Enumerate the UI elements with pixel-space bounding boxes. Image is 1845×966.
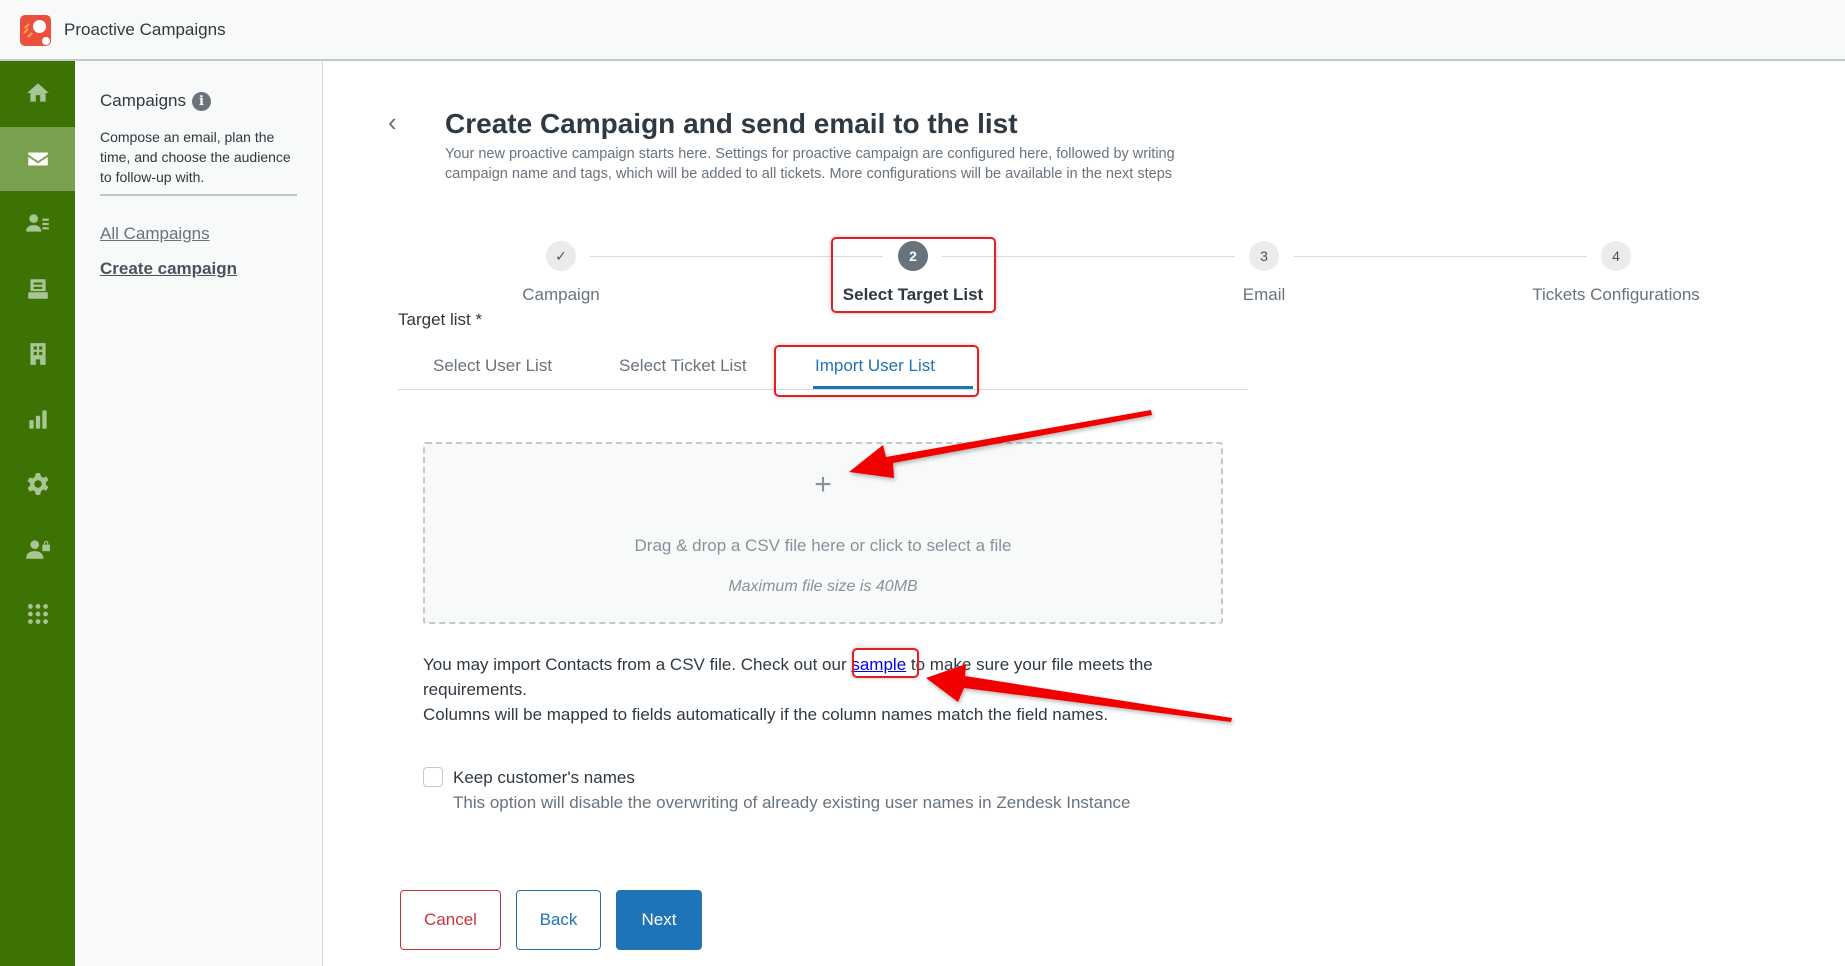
step-2-label: Select Target List [842,285,984,304]
user-lock-icon [25,540,50,559]
step-1-label: Campaign [522,285,600,304]
app-title: Proactive Campaigns [64,20,226,39]
stepper-connector [1294,256,1587,257]
stepper-connector [942,256,1235,257]
target-list-label: Target list * [398,310,483,329]
rail-item-user-permissions[interactable] [0,517,75,581]
next-button[interactable]: Next [616,890,702,950]
rail-item-organizations[interactable] [0,322,75,386]
create-campaign-link[interactable]: Create campaign [100,259,237,279]
step-4-marker: 4 [1601,241,1631,271]
page-title: Create Campaign and send email to the li… [445,108,1018,139]
step-3-label: Email [1242,285,1286,304]
csv-dropzone[interactable]: + Drag & drop a CSV file here or click t… [423,442,1223,624]
rail-item-ticket-lists[interactable] [0,257,75,321]
proactive-campaigns-logo-icon [20,15,51,46]
tabs-divider [398,389,1248,390]
subnav-title: Campaigns i [100,91,211,111]
page-description: Your new proactive campaign starts here.… [445,146,1175,182]
main-navigation-rail [0,61,75,966]
back-button[interactable]: Back [516,890,601,950]
cancel-button[interactable]: Cancel [400,890,501,950]
back-chevron-icon[interactable]: ‹ [388,108,408,136]
user-list-icon [25,214,49,232]
info-icon[interactable]: i [192,91,211,111]
subnav-description: Compose an email, plan the time, and cho… [100,129,291,185]
tab-import-user-list[interactable]: Import User List [815,356,935,376]
gear-icon [27,473,48,495]
keep-customer-names-hint: This option will disable the overwriting… [453,793,1131,812]
step-1-check-icon: ✓ [546,241,576,271]
rail-item-settings[interactable] [0,452,75,516]
campaigns-subnav: Campaigns i Compose an email, plan the t… [75,61,323,966]
rail-item-user-lists[interactable] [0,192,75,256]
app-header: Proactive Campaigns [0,0,1845,61]
step-4-label: Tickets Configurations [1532,285,1700,304]
dropzone-text: Drag & drop a CSV file here or click to … [634,536,1012,555]
import-mapping-note: Columns will be mapped to fields automat… [423,705,1109,724]
plus-icon: + [814,468,832,501]
rail-item-reports[interactable] [0,387,75,451]
all-campaigns-link[interactable]: All Campaigns [100,224,210,244]
subnav-divider [100,194,297,196]
inbox-icon [27,279,48,299]
home-icon [26,83,49,102]
tab-select-ticket-list[interactable]: Select Ticket List [619,356,747,376]
keep-customer-names-label[interactable]: Keep customer's names [453,768,635,788]
step-2-marker: 2 [898,241,928,271]
bar-chart-icon [28,410,47,429]
building-icon [29,343,46,365]
rail-item-home[interactable] [0,61,75,125]
mail-icon [27,152,48,166]
sample-link[interactable]: sample [851,655,906,674]
keep-customer-names-checkbox[interactable] [423,767,443,787]
stepper-connector [590,256,883,257]
import-text-before: You may import Contacts from a CSV file.… [423,655,852,674]
step-3-marker: 3 [1249,241,1279,271]
dropzone-max-size-hint: Maximum file size is 40MB [728,578,918,595]
grid-icon [27,604,48,624]
import-instructions: You may import Contacts from a CSV file.… [423,652,1213,727]
tab-select-user-list[interactable]: Select User List [433,356,552,376]
active-tab-indicator [813,386,973,389]
subnav-title-text: Campaigns [100,91,186,110]
rail-item-apps[interactable] [0,582,75,646]
rail-item-campaigns[interactable] [0,127,75,191]
